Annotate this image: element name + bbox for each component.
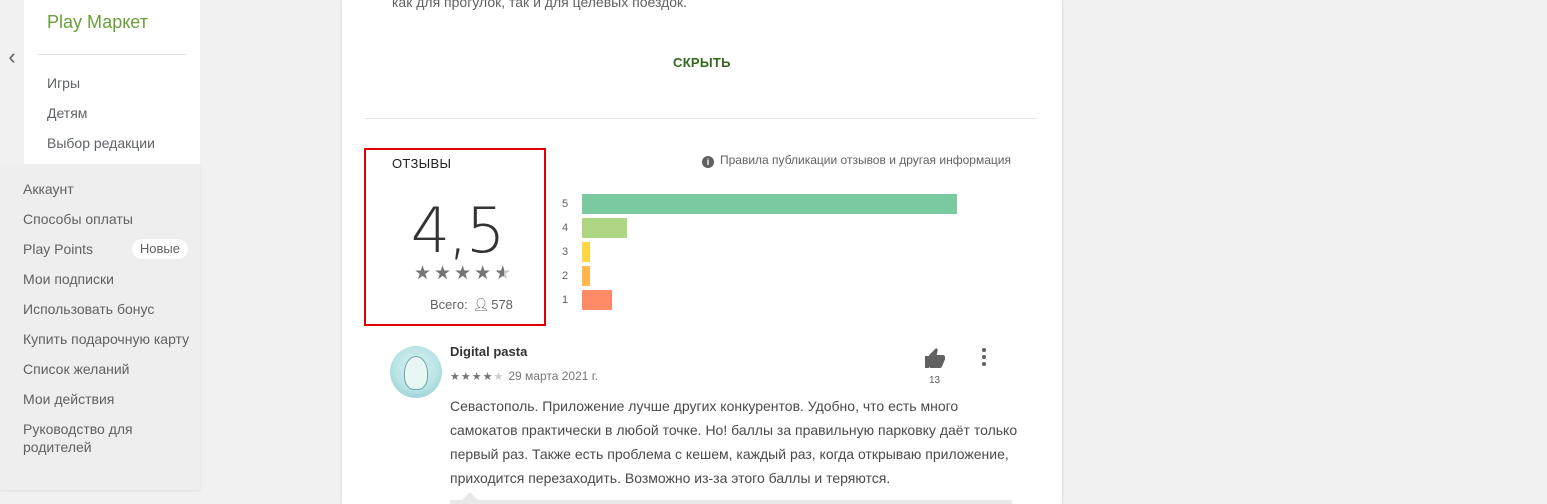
star-icon: ★ — [493, 371, 505, 383]
nav-item-kids[interactable]: Детям — [47, 104, 155, 134]
developer-reply — [450, 500, 1012, 504]
app-details-card: как для прогулок, так и для целевых поез… — [342, 0, 1062, 504]
more-vert-icon[interactable] — [980, 348, 988, 368]
histogram-label: 1 — [562, 294, 569, 306]
account-menu: Аккаунт Способы оплаты Play Points Новые … — [23, 180, 193, 468]
divider — [365, 118, 1037, 119]
star-icon: ★ — [434, 263, 455, 284]
chevron-left-icon[interactable]: ‹ — [0, 0, 24, 164]
star-icon: ★ — [414, 263, 435, 284]
average-score: 4,5 — [410, 194, 506, 267]
new-badge: Новые — [131, 239, 188, 259]
star-icon: ★ — [474, 263, 495, 284]
rating-summary: ОТЗЫВЫ 4,5 ★★★★★ Всего: 👤︎ 578 — [364, 148, 546, 326]
review-date: 29 марта 2021 г. — [508, 369, 599, 383]
account-panel: Аккаунт Способы оплаты Play Points Новые … — [0, 164, 200, 490]
histogram-label: 2 — [562, 270, 569, 282]
avatar-figure — [404, 356, 428, 390]
star-icon: ★ — [450, 371, 461, 383]
menu-item-subscriptions[interactable]: Мои подписки — [23, 270, 193, 288]
star-icon: ★ — [482, 371, 494, 383]
review-author[interactable]: Digital pasta — [450, 344, 527, 359]
divider — [38, 54, 186, 55]
review-meta: ★★★★★ 29 марта 2021 г. — [450, 369, 598, 383]
star-icon: ★ — [454, 263, 475, 284]
store-nav-panel: Play Маркет Игры Детям Выбор редакции — [24, 0, 200, 164]
half-star-icon: ★ — [494, 263, 515, 284]
histogram-label: 3 — [562, 246, 569, 258]
category-nav: Игры Детям Выбор редакции — [47, 74, 155, 164]
menu-item-play-points[interactable]: Play Points Новые — [23, 239, 193, 259]
histogram-bar — [582, 194, 957, 214]
brand-title[interactable]: Play Маркет — [47, 12, 148, 33]
star-icon: ★ — [471, 371, 483, 383]
histogram-bar — [582, 218, 627, 238]
menu-item-payment-methods[interactable]: Способы оплаты — [23, 210, 193, 228]
histogram-label: 4 — [562, 222, 569, 234]
review-text: Севастополь. Приложение лучше других кон… — [450, 398, 1018, 486]
histogram-bar — [582, 266, 590, 286]
review-policy-link[interactable]: i Правила публикации отзывов и другая инф… — [702, 153, 1011, 168]
star-icon: ★ — [460, 371, 472, 383]
menu-item-account[interactable]: Аккаунт — [23, 180, 193, 198]
info-icon: i — [702, 156, 714, 168]
rating-stars: ★★★★★ — [414, 262, 514, 285]
menu-item-parent-guide[interactable]: Руководство для родителей — [23, 420, 193, 456]
menu-item-gift-card[interactable]: Купить подарочную карту — [23, 330, 193, 348]
nav-item-games[interactable]: Игры — [47, 74, 155, 104]
like-count: 13 — [929, 375, 941, 386]
reviews-heading: ОТЗЫВЫ — [392, 156, 452, 171]
histogram-bar — [582, 290, 612, 310]
menu-item-redeem[interactable]: Использовать бонус — [23, 300, 193, 318]
reply-notch — [462, 492, 478, 500]
histogram-label: 5 — [562, 198, 569, 210]
thumb-up-icon[interactable] — [923, 347, 947, 371]
menu-item-wishlist[interactable]: Список желаний — [23, 360, 193, 378]
total-ratings: Всего: 👤︎ 578 — [430, 297, 513, 312]
person-icon: 👤︎ — [472, 297, 490, 312]
histogram-bar — [582, 242, 590, 262]
review-stars: ★★★★★ — [450, 371, 504, 383]
nav-item-editors-choice[interactable]: Выбор редакции — [47, 134, 155, 164]
hide-button[interactable]: СКРЫТЬ — [673, 55, 731, 70]
description-text: как для прогулок, так и для целевых поез… — [392, 0, 688, 10]
avatar[interactable] — [390, 346, 442, 398]
menu-item-activity[interactable]: Мои действия — [23, 390, 193, 408]
